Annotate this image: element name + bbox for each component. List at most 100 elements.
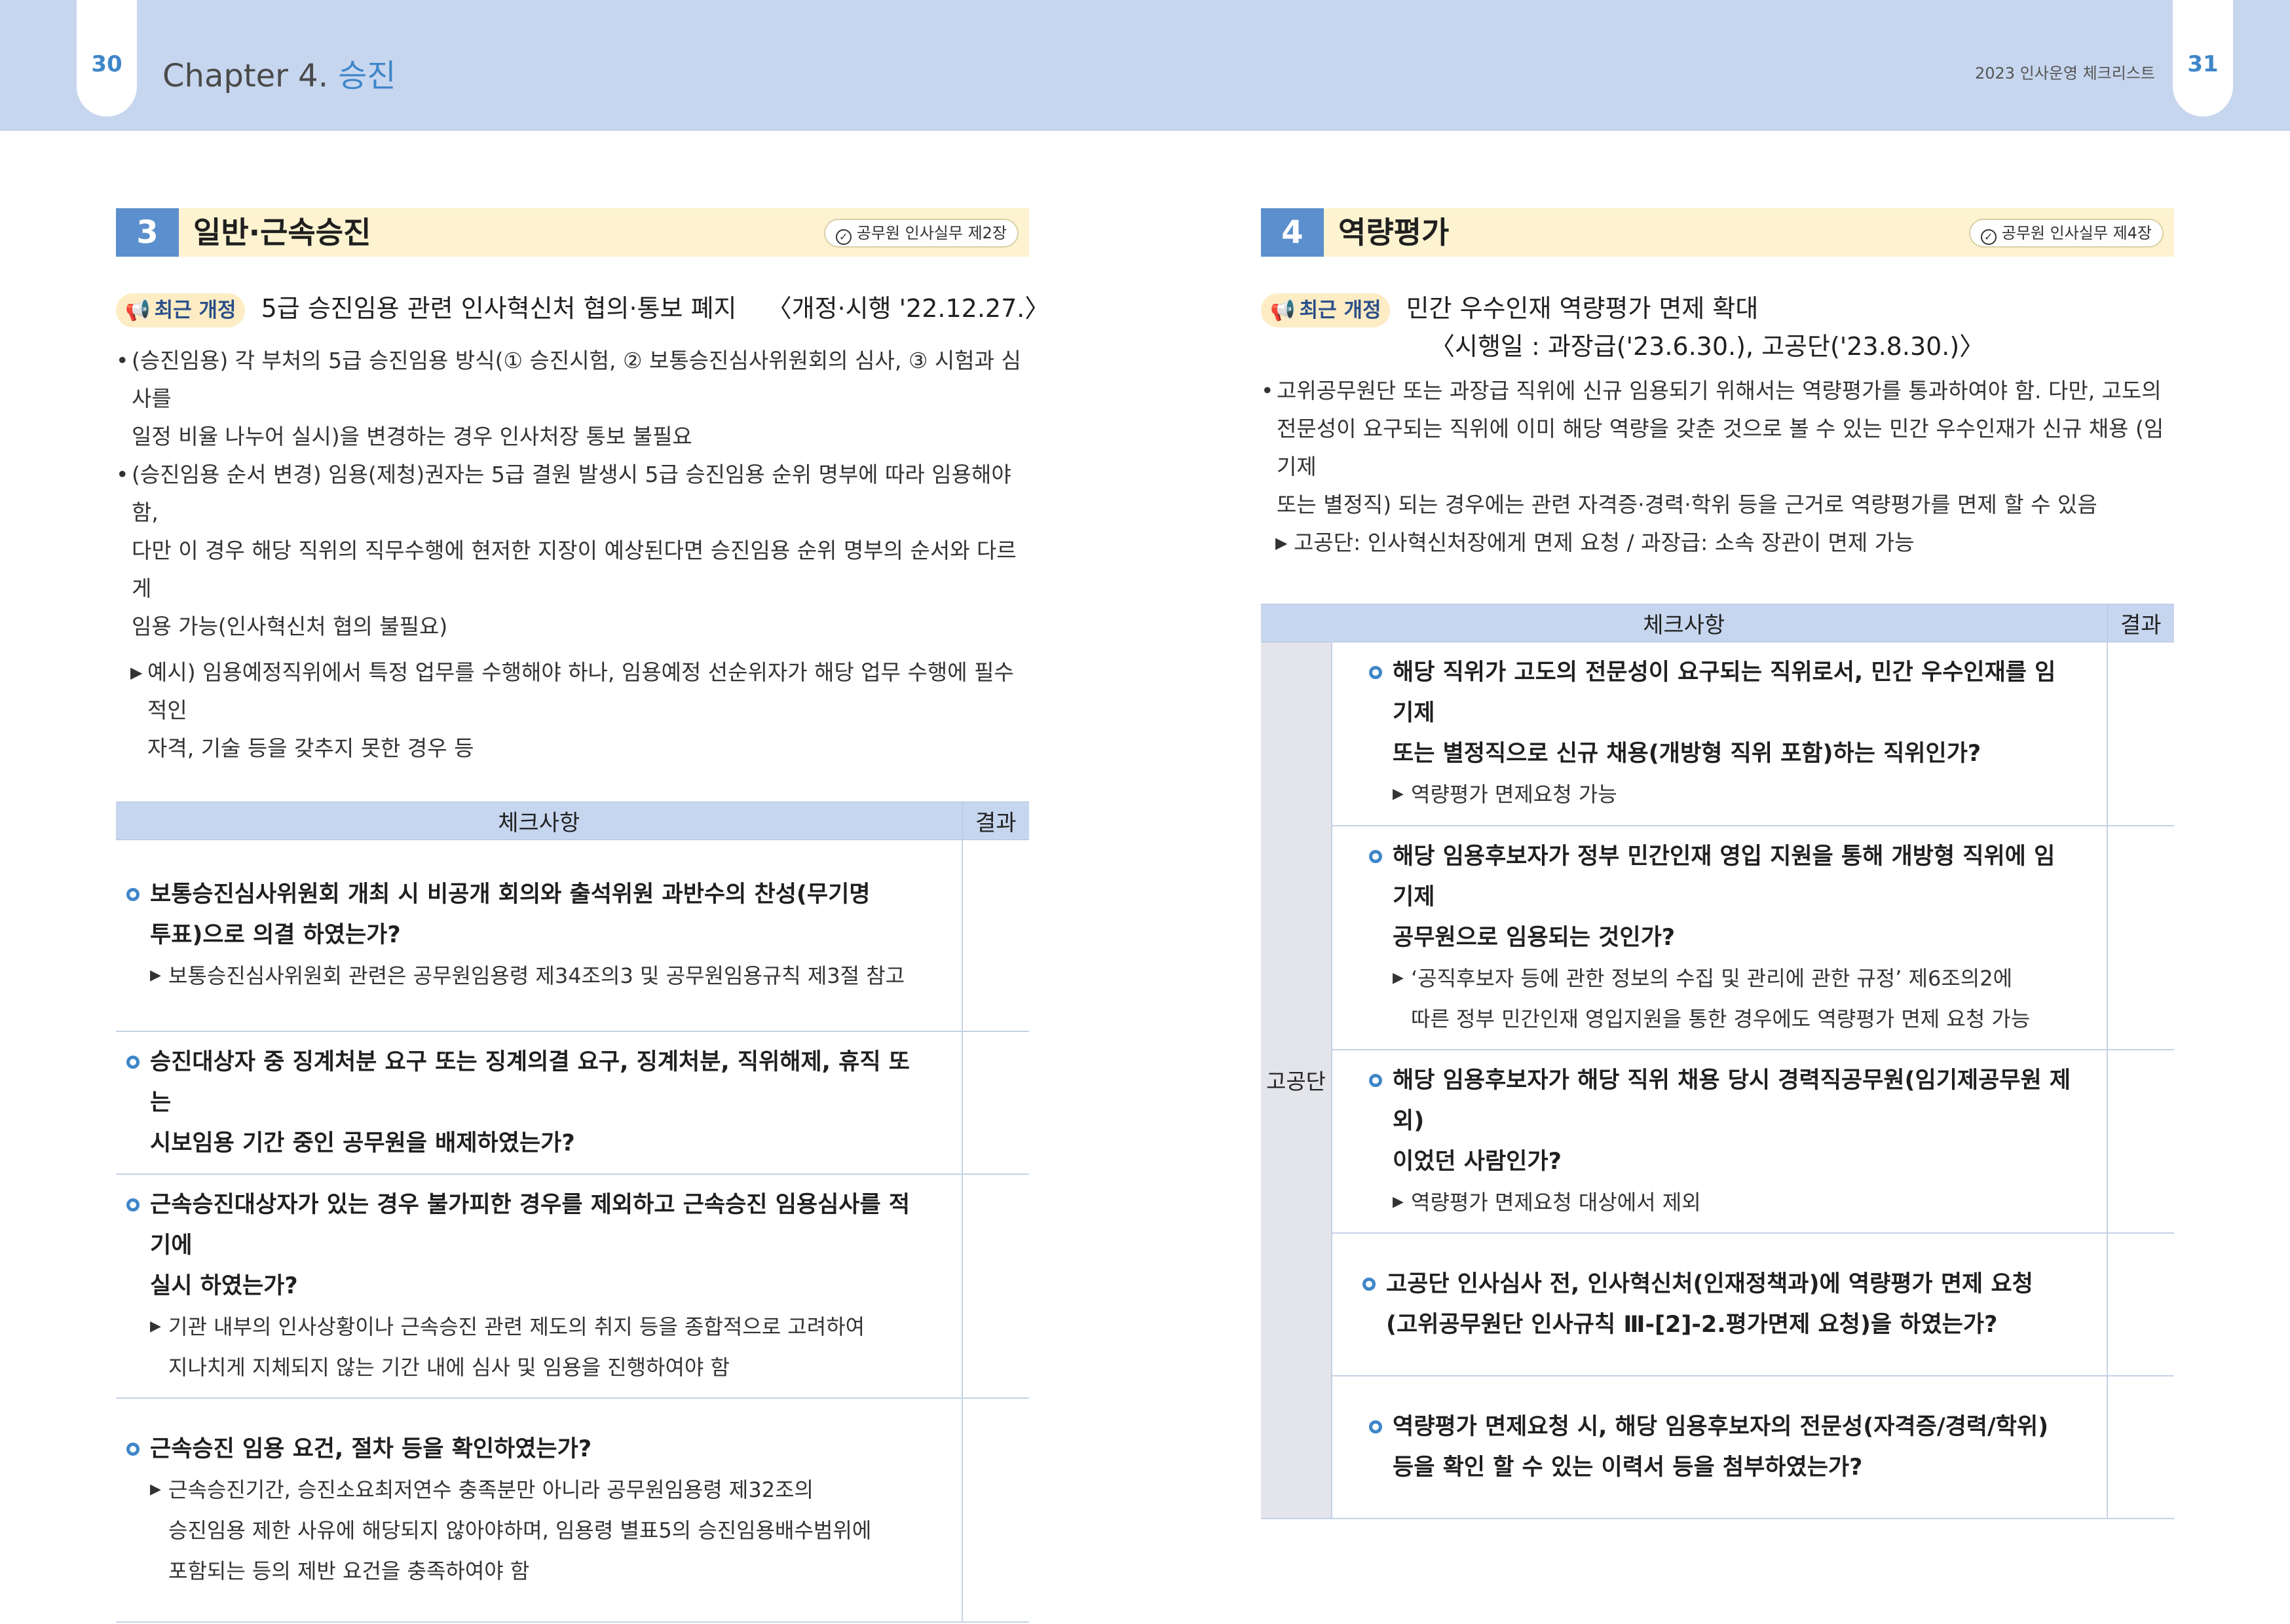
chapter-prefix: Chapter 4. xyxy=(162,58,339,94)
result-cell[interactable] xyxy=(962,840,1029,1032)
table-row: 승진대상자 중 징계처분 요구 또는 징계의결 요구, 징계처분, 직위해제, … xyxy=(116,1031,1029,1175)
megaphone-icon: 📢 xyxy=(1270,298,1296,322)
result-cell[interactable] xyxy=(962,1031,1029,1175)
bullet-item: 고위공무원단 또는 과장급 직위에 신규 임용되기 위해서는 역량평가를 통과하… xyxy=(1261,372,2174,524)
triangle-right-icon: ▶ xyxy=(150,967,161,984)
note-line: 근속승진기간, 승진소요최저연수 충족분만 아니라 공무원임용령 제32조의 xyxy=(168,1477,814,1502)
check-item: 고공단 인사심사 전, 인사혁신처(인재정책과)에 역량평가 면제 요청 (고위공… xyxy=(1332,1264,2107,1345)
megaphone-icon: 📢 xyxy=(125,298,151,322)
table-header-row: 체크사항 결과 xyxy=(1261,604,2174,642)
check-item: 해당 임용후보자가 정부 민간인재 영입 지원을 통해 개방형 직위에 임기제 공… xyxy=(1332,836,2107,1039)
bullet-line: 임용 가능(인사혁신처 협의 불필요) xyxy=(132,614,448,639)
question-line: 근속승진대상자가 있는 경우 불가피한 경우를 제외하고 근속승진 임용심사를 … xyxy=(150,1191,910,1259)
triangle-right-icon: ▶ xyxy=(1393,786,1404,803)
table-row: 고공단 인사심사 전, 인사혁신처(인재정책과)에 역량평가 면제 요청 (고위공… xyxy=(1261,1232,2174,1376)
section-reference-label: 공무원 인사실무 제4장 xyxy=(2001,224,2152,242)
check-circle-icon: ✓ xyxy=(1980,229,1997,245)
revision-text: 5급 승진임용 관련 인사혁신처 협의·통보 폐지 xyxy=(261,294,737,323)
bullet-item: (승진임용 순서 변경) 임용(제청)권자는 5급 결원 발생시 5급 승진임용… xyxy=(116,456,1029,646)
bullet-ring-icon xyxy=(126,888,140,902)
chapter-accent: 승진 xyxy=(338,58,396,94)
bullet-ring-icon xyxy=(1369,666,1382,680)
triangle-right-icon: ▶ xyxy=(130,663,143,682)
question-line: 보통승진심사위원회 개최 시 비공개 회의와 출석위원 과반수의 찬성(무기명 xyxy=(150,881,871,908)
bullet-ring-icon xyxy=(1362,1277,1376,1291)
question-line: 실시 하였는가? xyxy=(150,1272,298,1299)
question-line: 또는 별정직으로 신규 채용(개방형 직위 포함)하는 직위인가? xyxy=(1393,741,1981,767)
bullet-ring-icon xyxy=(126,1442,140,1456)
triangle-right-icon: ▶ xyxy=(1393,1193,1404,1210)
bullet-note: ▶ 고공단: 인사혁신처장에게 면제 요청 / 과장급: 소속 장관이 면제 가… xyxy=(1261,524,2174,562)
question-line: 등을 확인 할 수 있는 이력서 등을 첨부하였는가? xyxy=(1393,1454,1863,1481)
checklist-header: 체크사항 xyxy=(116,802,962,840)
result-cell[interactable] xyxy=(962,1397,1029,1623)
result-cell[interactable] xyxy=(2107,1049,2174,1234)
table-row: 해당 임용후보자가 정부 민간인재 영입 지원을 통해 개방형 직위에 임기제 공… xyxy=(1261,825,2174,1050)
result-cell[interactable] xyxy=(2107,825,2174,1050)
section-header: 4 역량평가 ✓ 공무원 인사실무 제4장 xyxy=(1261,208,2174,257)
right-page-number: 31 xyxy=(2173,0,2233,117)
revision-badge: 📢 최근 개정 xyxy=(1261,293,1391,327)
check-question: 해당 임용후보자가 해당 직위 채용 당시 경력직공무원(임기제공무원 제외) 이… xyxy=(1369,1060,2073,1182)
question-line: 해당 임용후보자가 해당 직위 채용 당시 경력직공무원(임기제공무원 제외) xyxy=(1393,1067,2071,1134)
triangle-right-icon: ▶ xyxy=(1393,969,1404,986)
note-line: 포함되는 등의 제반 요건을 충족하여야 함 xyxy=(168,1558,530,1583)
check-question: 고공단 인사심사 전, 인사혁신처(인재정책과)에 역량평가 면제 요청 (고위공… xyxy=(1362,1264,2073,1345)
revision-text: 민간 우수인재 역량평가 면제 확대 xyxy=(1406,294,1759,323)
question-line: 근속승진 임용 요건, 절차 등을 확인하였는가? xyxy=(150,1435,592,1462)
result-cell[interactable] xyxy=(962,1173,1029,1399)
bullet-line: 일정 비율 나누어 실시)을 변경하는 경우 인사처장 통보 불필요 xyxy=(132,424,692,449)
bullet-note-text: 고공단: 인사혁신처장에게 면제 요청 / 과장급: 소속 장관이 면제 가능 xyxy=(1294,530,1915,555)
question-line: 해당 직위가 고도의 전문성이 요구되는 직위로서, 민간 우수인재를 임기제 xyxy=(1393,659,2056,727)
revision-line: 📢 최근 개정 민간 우수인재 역량평가 면제 확대 xyxy=(1261,289,2174,327)
table-header-row: 체크사항 결과 xyxy=(116,802,1029,840)
section-header: 3 일반·근속승진 ✓ 공무원 인사실무 제2장 xyxy=(116,208,1029,257)
check-question: 역량평가 면제요청 시, 해당 임용후보자의 전문성(자격증/경력/학위) 등을 … xyxy=(1369,1407,2073,1488)
section-reference-label: 공무원 인사실무 제2장 xyxy=(856,224,1007,242)
question-line: 시보임용 기간 중인 공무원을 배제하였는가? xyxy=(150,1130,575,1156)
bullet-ring-icon xyxy=(1369,849,1382,863)
check-item: 근속승진대상자가 있는 경우 불가피한 경우를 제외하고 근속승진 임용심사를 … xyxy=(116,1185,962,1388)
question-line: (고위공무원단 인사규칙 Ⅲ-[2]-2.평가면제 요청)을 하였는가? xyxy=(1386,1311,1998,1338)
table-row: 근속승진대상자가 있는 경우 불가피한 경우를 제외하고 근속승진 임용심사를 … xyxy=(116,1173,1029,1399)
check-question: 근속승진대상자가 있는 경우 불가피한 경우를 제외하고 근속승진 임용심사를 … xyxy=(126,1185,928,1306)
note-line: 지나치게 지체되지 않는 기간 내에 심사 및 임용을 진행하여야 함 xyxy=(168,1354,730,1380)
section-number: 4 xyxy=(1261,208,1324,257)
note-line: 보통승진심사위원회 관련은 공무원임용령 제34조의3 및 공무원임용규칙 제3… xyxy=(168,963,905,989)
triangle-right-icon: ▶ xyxy=(150,1481,161,1498)
bullet-list: 고위공무원단 또는 과장급 직위에 신규 임용되기 위해서는 역량평가를 통과하… xyxy=(1261,372,2174,562)
check-circle-icon: ✓ xyxy=(835,229,852,245)
bullet-line: (승진임용) 각 부처의 5급 승진임용 방식(① 승진시험, ② 보통승진심사… xyxy=(132,348,1021,411)
bullet-ring-icon xyxy=(1369,1073,1382,1087)
example-note: ▶ 예시) 임용예정직위에서 특정 업무를 수행해야 하나, 임용예정 선순위자… xyxy=(116,654,1029,767)
check-item: 승진대상자 중 징계처분 요구 또는 징계의결 요구, 징계처분, 직위해제, … xyxy=(116,1042,962,1164)
section-number: 3 xyxy=(116,208,179,257)
table-row: 근속승진 임용 요건, 절차 등을 확인하였는가? ▶ 근속승진기간, 승진소요최… xyxy=(116,1397,1029,1623)
checklist-table: 체크사항 결과 보통승진심사위원회 개최 시 비공개 회의와 출석위원 과반수의… xyxy=(116,802,1029,1623)
bullet-ring-icon xyxy=(126,1055,140,1069)
chapter-title: Chapter 4. 승진 xyxy=(162,50,396,96)
check-note: ▶ 근속승진기간, 승진소요최저연수 충족분만 아니라 공무원임용령 제32조의승… xyxy=(150,1469,928,1591)
result-cell[interactable] xyxy=(2107,642,2174,826)
group-label: 고공단 xyxy=(1261,642,1332,1519)
check-item: 해당 임용후보자가 해당 직위 채용 당시 경력직공무원(임기제공무원 제외) 이… xyxy=(1332,1060,2107,1223)
bullet-list: (승진임용) 각 부처의 5급 승진임용 방식(① 승진시험, ② 보통승진심사… xyxy=(116,342,1029,767)
revision-badge-label: 최근 개정 xyxy=(1299,298,1381,322)
check-item: 근속승진 임용 요건, 절차 등을 확인하였는가? ▶ 근속승진기간, 승진소요최… xyxy=(116,1429,962,1591)
example-line: 예시) 임용예정직위에서 특정 업무를 수행해야 하나, 임용예정 선순위자가 … xyxy=(147,659,1014,723)
result-cell[interactable] xyxy=(2107,1375,2174,1519)
table-row: 고공단 해당 직위가 고도의 전문성이 요구되는 직위로서, 민간 우수인재를 … xyxy=(1261,642,2174,1519)
check-note: ▶ 보통승진심사위원회 관련은 공무원임용령 제34조의3 및 공무원임용규칙 제… xyxy=(150,955,928,996)
bullet-line: 전문성이 요구되는 직위에 이미 해당 역량을 갖춘 것으로 볼 수 있는 민간… xyxy=(1277,416,2164,479)
triangle-right-icon: ▶ xyxy=(150,1318,161,1335)
section-title: 일반·근속승진 xyxy=(193,215,371,250)
section-title: 역량평가 xyxy=(1338,215,1450,250)
note-line: ‘공직후보자 등에 관한 정보의 수집 및 관리에 관한 규정’ 제6조의2에 xyxy=(1411,965,2013,991)
note-line: 역량평가 면제요청 가능 xyxy=(1411,782,1617,807)
question-line: 역량평가 면제요청 시, 해당 임용후보자의 전문성(자격증/경력/학위) xyxy=(1393,1413,2049,1440)
bullet-line: (승진임용 순서 변경) 임용(제청)권자는 5급 결원 발생시 5급 승진임용… xyxy=(132,462,1011,525)
result-cell[interactable] xyxy=(2107,1232,2174,1376)
note-line: 기관 내부의 인사상황이나 근속승진 관련 제도의 취지 등을 종합적으로 고려… xyxy=(168,1314,865,1339)
question-line: 투표)으로 의결 하였는가? xyxy=(150,922,401,949)
note-line: 승진임용 제한 사유에 해당되지 않아야하며, 임용령 별표5의 승진임용배수범… xyxy=(168,1517,872,1543)
